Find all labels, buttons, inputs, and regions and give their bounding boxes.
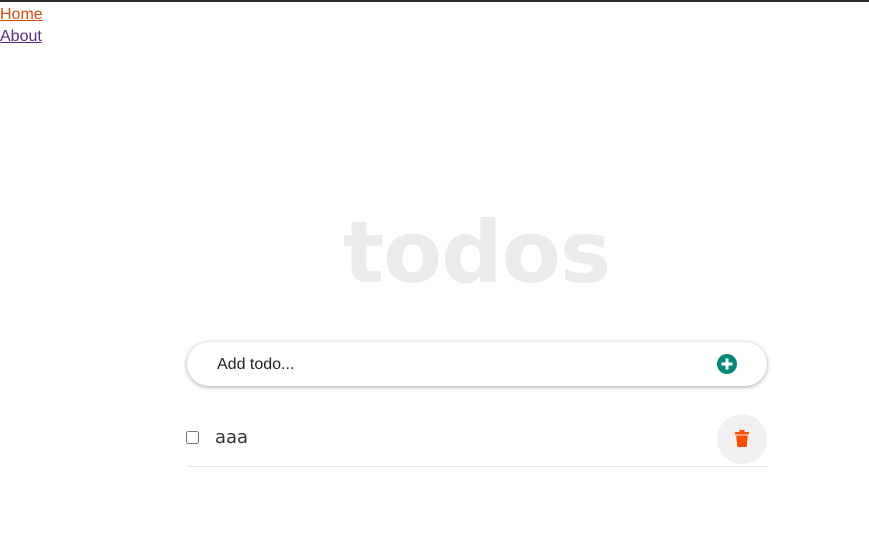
trash-icon xyxy=(735,430,749,447)
add-todo-button[interactable] xyxy=(717,354,737,374)
todo-item-text: aaa xyxy=(215,427,249,448)
plus-circle-icon xyxy=(721,358,733,370)
nav-link-about[interactable]: About xyxy=(0,26,43,48)
nav-link-home[interactable]: Home xyxy=(0,4,43,26)
todo-complete-checkbox[interactable] xyxy=(186,431,199,444)
todo-item: aaa xyxy=(186,412,768,467)
add-todo-input[interactable] xyxy=(215,342,699,388)
add-todo-bar xyxy=(187,342,767,388)
delete-todo-button[interactable] xyxy=(717,414,767,464)
page-title: todos xyxy=(342,203,611,303)
nav-links: Home About xyxy=(0,4,43,48)
top-border xyxy=(0,0,869,2)
